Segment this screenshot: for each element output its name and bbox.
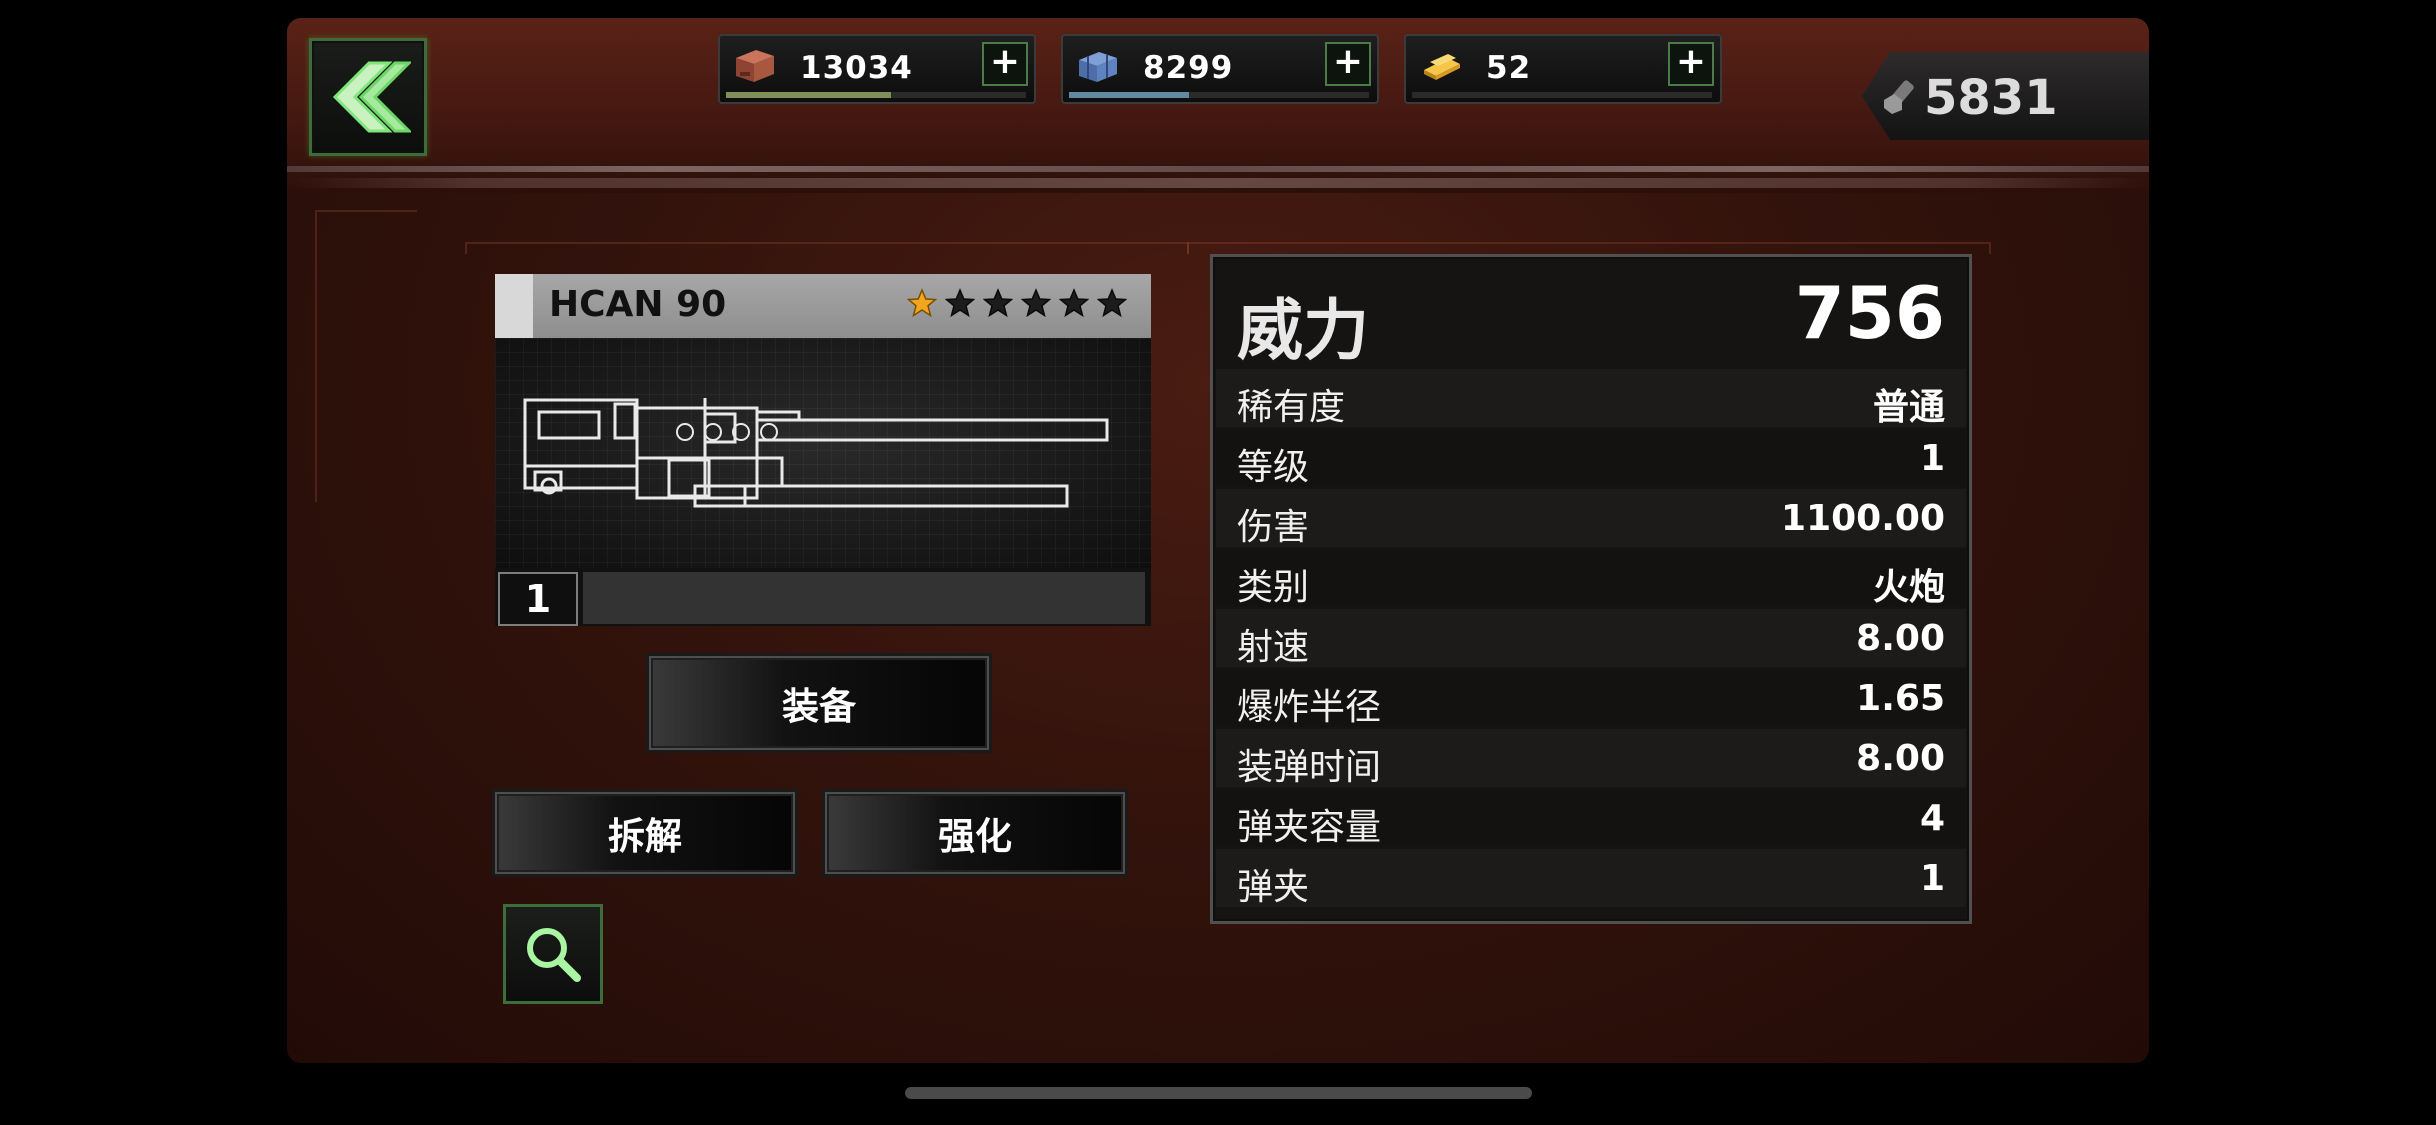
home-indicator[interactable] xyxy=(905,1087,1532,1099)
stat-row: 射速 8.00 xyxy=(1216,609,1966,668)
supply-crate-icon xyxy=(736,50,774,82)
weapon-name: HCAN 90 xyxy=(549,284,727,325)
game-screen: 13034 + 8299 + 52 + 5831 HCAN 90 1 装备 拆解… xyxy=(287,18,2149,1063)
equip-button[interactable]: 装备 xyxy=(649,656,989,750)
stat-label: 爆炸半径 xyxy=(1237,687,1382,728)
power-value: 756 xyxy=(1794,271,1945,355)
power-row: 威力 756 xyxy=(1213,257,1969,369)
bolt-icon xyxy=(1884,80,1914,114)
gold-bar-icon xyxy=(1424,54,1460,80)
stat-row: 爆炸半径 1.65 xyxy=(1216,669,1966,728)
star-filled-icon xyxy=(907,288,937,318)
star-empty-icon xyxy=(1021,288,1051,318)
metal-progress-bar xyxy=(1069,92,1369,98)
supplies-value: 13034 xyxy=(800,50,913,86)
weapon-card-header: HCAN 90 xyxy=(495,274,1151,338)
cannon-blueprint-icon xyxy=(523,398,1109,508)
metal-icon xyxy=(1079,52,1117,82)
stat-row: 等级 1 xyxy=(1216,429,1966,488)
back-button[interactable] xyxy=(309,38,427,156)
stat-value: 普通 xyxy=(1872,387,1945,428)
stat-value: 8.00 xyxy=(1856,618,1945,659)
top-divider xyxy=(287,178,2149,188)
add-gold-button[interactable]: + xyxy=(1668,42,1714,86)
gold-value: 52 xyxy=(1486,50,1532,86)
power-label: 威力 xyxy=(1237,292,1369,369)
decor-frame-card xyxy=(465,242,1189,254)
weapon-star-rating xyxy=(907,288,1127,318)
stat-label: 装弹时间 xyxy=(1237,747,1382,788)
stat-value: 8.00 xyxy=(1856,738,1945,779)
stat-label: 伤害 xyxy=(1237,507,1310,548)
stat-value: 4 xyxy=(1919,798,1945,839)
stat-row: 伤害 1100.00 xyxy=(1216,489,1966,548)
resource-supplies: 13034 + xyxy=(718,34,1036,104)
upgrade-button[interactable]: 强化 xyxy=(825,792,1125,874)
dismantle-button[interactable]: 拆解 xyxy=(495,792,795,874)
stat-value: 1.65 xyxy=(1856,678,1945,719)
add-metal-button[interactable]: + xyxy=(1325,42,1371,86)
decor-frame-left xyxy=(315,210,417,502)
stat-label: 稀有度 xyxy=(1237,387,1346,428)
double-chevron-left-icon xyxy=(332,61,411,133)
magnifier-icon xyxy=(527,928,581,982)
star-empty-icon xyxy=(983,288,1013,318)
stat-row: 弹夹 1 xyxy=(1216,849,1966,908)
stat-value: 1100.00 xyxy=(1781,498,1945,539)
progress-fill xyxy=(1069,92,1189,98)
weapon-image xyxy=(495,338,1151,568)
stat-label: 等级 xyxy=(1237,447,1310,488)
weapon-level-bar: 1 xyxy=(495,568,1151,626)
stat-value: 火炮 xyxy=(1872,567,1945,608)
stat-label: 弹夹 xyxy=(1237,867,1310,908)
stat-value: 1 xyxy=(1919,858,1945,899)
star-empty-icon xyxy=(1059,288,1089,318)
bolts-value: 5831 xyxy=(1924,70,2058,126)
star-empty-icon xyxy=(945,288,975,318)
stat-value: 1 xyxy=(1919,438,1945,479)
card-tab xyxy=(495,274,533,338)
stat-label: 类别 xyxy=(1237,567,1310,608)
stat-label: 射速 xyxy=(1237,627,1310,668)
stat-row: 类别 火炮 xyxy=(1216,549,1966,608)
add-supplies-button[interactable]: + xyxy=(982,42,1028,86)
metal-value: 8299 xyxy=(1143,50,1234,86)
star-empty-icon xyxy=(1097,288,1127,318)
supplies-progress-bar xyxy=(726,92,1026,98)
stat-row: 稀有度 普通 xyxy=(1216,369,1966,428)
bolts-counter: 5831 xyxy=(1862,52,2149,140)
decor-frame-stats xyxy=(1187,242,1991,254)
stat-row: 装弹时间 8.00 xyxy=(1216,729,1966,788)
resource-metal: 8299 + xyxy=(1061,34,1379,104)
resource-gold: 52 + xyxy=(1404,34,1722,104)
progress-fill xyxy=(726,92,891,98)
weapon-stats-panel: 威力 756 稀有度 普通等级 1 伤害 1100.00 类别 火炮射速 8.00 爆炸半径 1.… xyxy=(1210,254,1972,924)
gold-progress-bar xyxy=(1412,92,1712,98)
stat-row: 弹夹容量 4 xyxy=(1216,789,1966,848)
inspect-button[interactable] xyxy=(503,904,603,1004)
weapon-xp-bar xyxy=(583,572,1145,624)
stat-label: 弹夹容量 xyxy=(1237,807,1382,848)
weapon-level: 1 xyxy=(498,572,578,626)
